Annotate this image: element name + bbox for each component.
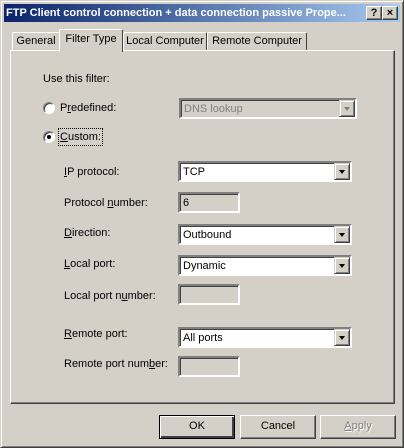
local-port-select[interactable]: Dynamic (178, 255, 352, 276)
protocol-number-label: Protocol number: (64, 197, 148, 209)
use-filter-label: Use this filter: (43, 73, 110, 85)
chevron-down-icon (339, 336, 345, 340)
predefined-select: DNS lookup (179, 98, 357, 119)
tab-filter-type[interactable]: Filter Type (59, 29, 123, 52)
remote-port-number-field (178, 356, 240, 377)
predefined-radio[interactable] (43, 102, 55, 114)
direction-dropdown-button[interactable] (334, 226, 350, 243)
local-port-number-field (178, 284, 240, 305)
remote-port-value: All ports (183, 332, 223, 344)
window-title: FTP Client control connection + data con… (6, 7, 346, 19)
close-icon: × (386, 7, 394, 19)
tab-remote-computer[interactable]: Remote Computer (207, 32, 307, 50)
local-port-number-label: Local port number: (64, 290, 156, 302)
predefined-dropdown-button (339, 100, 355, 117)
ip-protocol-label: IP protocol: (64, 166, 120, 178)
ip-protocol-value: TCP (183, 166, 205, 178)
custom-radio[interactable] (43, 131, 55, 143)
protocol-number-field: 6 (178, 192, 240, 213)
local-port-value: Dynamic (183, 260, 226, 272)
chevron-down-icon (339, 233, 345, 237)
direction-value: Outbound (183, 229, 232, 241)
close-button[interactable]: × (382, 6, 398, 20)
ip-protocol-select[interactable]: TCP (178, 161, 352, 182)
custom-label[interactable]: Custom: (58, 128, 103, 146)
radio-selected-dot (47, 135, 51, 139)
title-bar[interactable]: FTP Client control connection + data con… (4, 4, 400, 22)
apply-button: Apply (320, 415, 396, 439)
direction-label: Direction: (64, 227, 111, 239)
tab-local-computer[interactable]: Local Computer (123, 32, 207, 50)
protocol-number-value: 6 (183, 197, 190, 209)
chevron-down-icon (344, 107, 350, 111)
ok-button[interactable]: OK (159, 415, 235, 439)
direction-select[interactable]: Outbound (178, 224, 352, 245)
local-port-label: Local port: (64, 258, 116, 270)
tab-general[interactable]: General (12, 32, 60, 50)
remote-port-dropdown-button[interactable] (334, 329, 350, 346)
predefined-label[interactable]: Predefined: (60, 101, 116, 115)
properties-dialog: FTP Client control connection + data con… (0, 0, 404, 448)
predefined-value: DNS lookup (184, 103, 243, 115)
remote-port-select[interactable]: All ports (178, 327, 352, 348)
remote-port-number-label: Remote port number: (64, 358, 168, 370)
remote-port-label: Remote port: (64, 328, 128, 340)
help-button[interactable]: ? (366, 6, 382, 20)
cancel-button[interactable]: Cancel (240, 415, 316, 439)
local-port-dropdown-button[interactable] (334, 257, 350, 274)
ip-protocol-dropdown-button[interactable] (334, 163, 350, 180)
chevron-down-icon (339, 170, 345, 174)
chevron-down-icon (339, 264, 345, 268)
